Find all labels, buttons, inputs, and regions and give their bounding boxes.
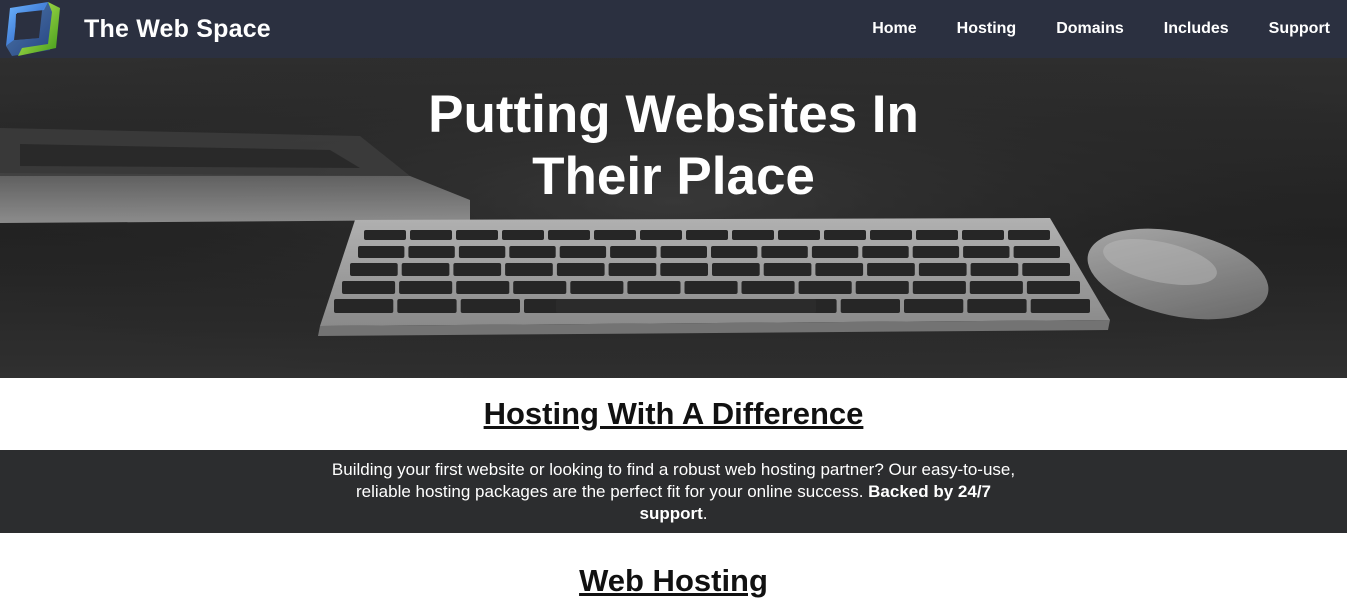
hero-banner: Putting Websites In Their Place (0, 58, 1347, 378)
brand[interactable]: The Web Space (0, 0, 271, 58)
web-hosting-heading: Web Hosting (579, 562, 768, 598)
hero-title-line2: Their Place (532, 147, 815, 206)
tilted-square-logo-icon (6, 2, 60, 56)
intro-band: Building your first website or looking t… (0, 450, 1347, 533)
intro-text-end: . (702, 503, 708, 523)
intro-heading: Hosting With A Difference (483, 396, 864, 431)
nav-support[interactable]: Support (1269, 20, 1330, 38)
top-navbar: The Web Space Home Hosting Domains Inclu… (0, 0, 1347, 58)
web-hosting-heading-row: Web Hosting (0, 533, 1347, 616)
nav-includes[interactable]: Includes (1164, 20, 1229, 38)
hero-title: Putting Websites In Their Place (0, 84, 1347, 208)
nav-hosting[interactable]: Hosting (957, 20, 1017, 38)
nav-domains[interactable]: Domains (1056, 20, 1124, 38)
intro-paragraph: Building your first website or looking t… (329, 459, 1019, 525)
nav-home[interactable]: Home (872, 20, 916, 38)
hero-title-line1: Putting Websites In (428, 85, 919, 144)
site-title: The Web Space (84, 14, 271, 43)
intro-heading-row: Hosting With A Difference (0, 378, 1347, 450)
main-menu: Home Hosting Domains Includes Support (832, 20, 1330, 38)
